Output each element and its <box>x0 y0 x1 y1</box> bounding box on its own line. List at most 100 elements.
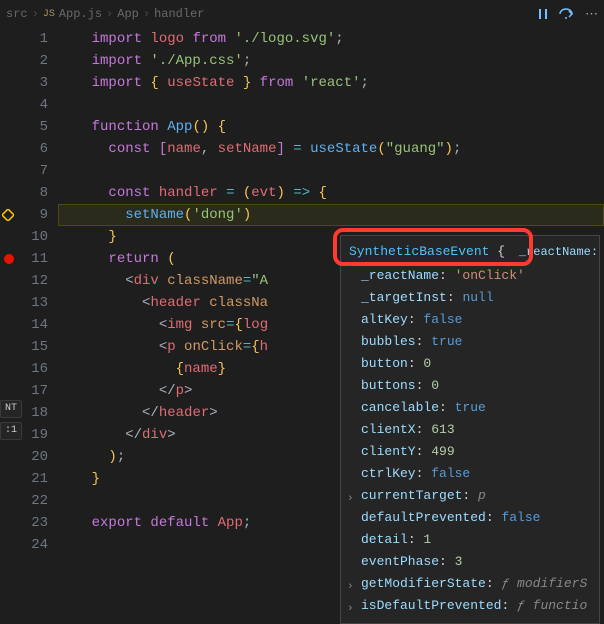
code-line[interactable]: const [name, setName] = useState("guang"… <box>58 138 604 160</box>
line-number[interactable]: 5 <box>18 116 48 138</box>
debug-prop-key: detail <box>361 532 408 547</box>
debug-prop-row[interactable]: _reactName: 'onClick' <box>341 265 599 287</box>
code-line[interactable] <box>58 160 604 182</box>
side-badge[interactable]: NT <box>0 400 22 418</box>
line-number[interactable]: 18 <box>18 402 48 424</box>
debug-prop-value: true <box>431 334 462 349</box>
debug-prop-row[interactable]: ›getModifierState: ƒ modifierS <box>341 573 599 595</box>
line-number-gutter[interactable]: 123456789101112131415161718192021222324 <box>18 28 58 598</box>
line-number[interactable]: 17 <box>18 380 48 402</box>
debug-prop-key: currentTarget <box>361 488 462 503</box>
debug-prop-key: button <box>361 356 408 371</box>
debug-prop-key: clientX <box>361 422 416 437</box>
side-badge[interactable]: :1 <box>0 422 22 440</box>
line-number[interactable]: 3 <box>18 72 48 94</box>
code-editor[interactable]: 123456789101112131415161718192021222324 … <box>0 28 604 598</box>
debug-prop-value: 613 <box>431 422 454 437</box>
debug-prop-key: _reactName <box>361 268 439 283</box>
debug-prop-value: false <box>431 466 470 481</box>
breakpoint-icon[interactable] <box>4 254 14 264</box>
line-number[interactable]: 7 <box>18 160 48 182</box>
line-number[interactable]: 11 <box>18 248 48 270</box>
breadcrumb-folder[interactable]: src <box>6 7 28 21</box>
debug-current-line-icon <box>2 209 14 221</box>
line-number[interactable]: 21 <box>18 468 48 490</box>
debug-prop-key: altKey <box>361 312 408 327</box>
line-number[interactable]: 10 <box>18 226 48 248</box>
line-number[interactable]: 24 <box>18 534 48 556</box>
debug-prop-key: isDefaultPrevented <box>361 598 501 613</box>
chevron-right-icon[interactable]: › <box>347 599 354 619</box>
line-number[interactable]: 13 <box>18 292 48 314</box>
code-line[interactable] <box>58 94 604 116</box>
debug-prop-key: cancelable <box>361 400 439 415</box>
chevron-right-icon: › <box>32 7 39 21</box>
debug-prop-row[interactable]: bubbles: true <box>341 331 599 353</box>
line-number[interactable]: 20 <box>18 446 48 468</box>
breadcrumb-file[interactable]: App.js <box>59 7 102 21</box>
chevron-right-icon: › <box>106 7 113 21</box>
debug-prop-row[interactable]: ›currentTarget: p <box>341 485 599 507</box>
debug-prop-value: false <box>501 510 540 525</box>
line-number[interactable]: 14 <box>18 314 48 336</box>
code-line[interactable]: function App() { <box>58 116 604 138</box>
line-number[interactable]: 6 <box>18 138 48 160</box>
debug-prop-row[interactable]: clientY: 499 <box>341 441 599 463</box>
more-icon[interactable]: ⋯ <box>585 7 598 22</box>
debug-prop-value: 3 <box>455 554 463 569</box>
chevron-right-icon[interactable]: › <box>347 489 354 509</box>
debug-prop-value: p <box>478 488 486 503</box>
code-line[interactable]: setName('dong') <box>58 204 604 226</box>
debug-hover-popup[interactable]: SyntheticBaseEvent { _reactName: _reactN… <box>340 235 600 624</box>
debug-prop-value: ƒ modifierS <box>501 576 587 591</box>
line-number[interactable]: 15 <box>18 336 48 358</box>
glyph-margin[interactable] <box>0 28 18 598</box>
breadcrumb-bar: src › JS App.js › App › handler ⋯ <box>0 0 604 28</box>
debug-prop-row[interactable]: detail: 1 <box>341 529 599 551</box>
debug-prop-key: clientY <box>361 444 416 459</box>
debug-prop-key: ctrlKey <box>361 466 416 481</box>
line-number[interactable]: 23 <box>18 512 48 534</box>
code-line[interactable]: const handler = (evt) => { <box>58 182 604 204</box>
debug-prop-row[interactable]: _targetInst: null <box>341 287 599 309</box>
breadcrumb[interactable]: src › JS App.js › App › handler <box>6 7 204 21</box>
debug-prop-value: ƒ functio <box>517 598 587 613</box>
debug-prop-row[interactable]: altKey: false <box>341 309 599 331</box>
debug-prop-row[interactable]: cancelable: true <box>341 397 599 419</box>
debug-prop-row[interactable]: defaultPrevented: false <box>341 507 599 529</box>
debug-prop-row[interactable]: button: 0 <box>341 353 599 375</box>
line-number[interactable]: 9 <box>18 204 48 226</box>
debug-prop-value: 1 <box>423 532 431 547</box>
debug-prop-key: bubbles <box>361 334 416 349</box>
debug-prop-value: null <box>462 290 493 305</box>
debug-prop-value: 499 <box>431 444 454 459</box>
code-line[interactable]: import { useState } from 'react'; <box>58 72 604 94</box>
line-number[interactable]: 1 <box>18 28 48 50</box>
code-line[interactable]: import logo from './logo.svg'; <box>58 28 604 50</box>
debug-prop-row[interactable]: ›isDefaultPrevented: ƒ functio <box>341 595 599 617</box>
line-number[interactable]: 8 <box>18 182 48 204</box>
line-number[interactable]: 12 <box>18 270 48 292</box>
debug-prop-value: true <box>455 400 486 415</box>
debug-prop-key: getModifierState <box>361 576 486 591</box>
line-number[interactable]: 22 <box>18 490 48 512</box>
step-over-icon[interactable] <box>559 7 575 22</box>
chevron-right-icon: › <box>143 7 150 21</box>
line-number[interactable]: 4 <box>18 94 48 116</box>
debug-prop-row[interactable]: buttons: 0 <box>341 375 599 397</box>
brace-icon: { <box>497 244 505 259</box>
debug-prop-value: 0 <box>423 356 431 371</box>
hover-type-name: SyntheticBaseEvent <box>349 244 489 259</box>
line-number[interactable]: 19 <box>18 424 48 446</box>
breadcrumb-symbol[interactable]: App <box>117 7 139 21</box>
debug-prop-row[interactable]: eventPhase: 3 <box>341 551 599 573</box>
debug-prop-key: eventPhase <box>361 554 439 569</box>
breadcrumb-symbol[interactable]: handler <box>154 7 204 21</box>
debug-prop-row[interactable]: ctrlKey: false <box>341 463 599 485</box>
pause-icon[interactable] <box>537 7 549 22</box>
chevron-right-icon[interactable]: › <box>347 577 354 597</box>
line-number[interactable]: 16 <box>18 358 48 380</box>
code-line[interactable]: import './App.css'; <box>58 50 604 72</box>
debug-prop-row[interactable]: clientX: 613 <box>341 419 599 441</box>
line-number[interactable]: 2 <box>18 50 48 72</box>
